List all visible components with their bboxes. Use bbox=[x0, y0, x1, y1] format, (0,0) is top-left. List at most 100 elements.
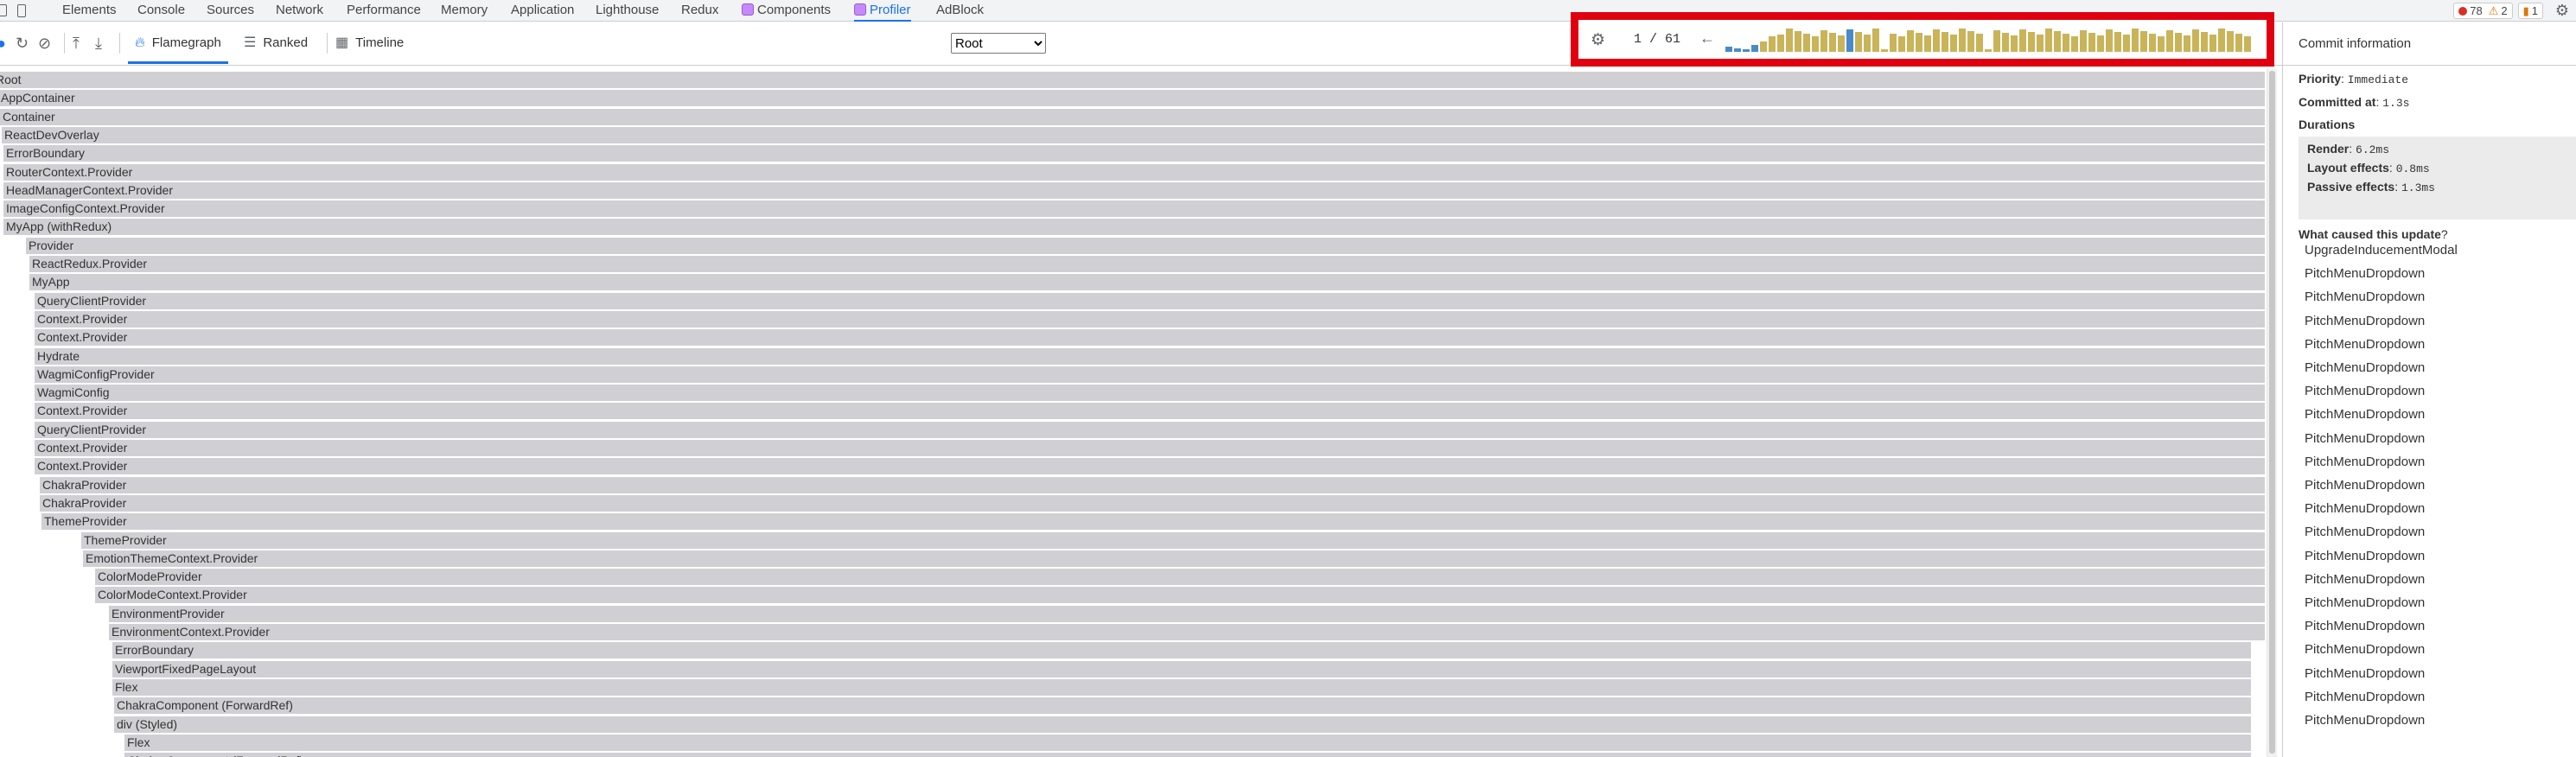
commit-bar[interactable] bbox=[2019, 29, 2026, 52]
flamegraph-node[interactable]: ChakraComponent (ForwardRef) bbox=[124, 753, 2251, 757]
messages-badge[interactable]: ▮ 1 bbox=[2517, 3, 2543, 19]
update-cause-item[interactable]: PitchMenuDropdown bbox=[2305, 501, 2425, 516]
commit-bar[interactable] bbox=[2149, 34, 2156, 52]
clear-icon[interactable]: ⊘ bbox=[38, 35, 51, 53]
save-profile-icon[interactable]: ⤓ bbox=[95, 35, 102, 53]
commit-bar[interactable] bbox=[1942, 32, 1948, 52]
flamegraph-node[interactable]: AppContainer bbox=[0, 90, 2265, 107]
tab-network[interactable]: Network bbox=[276, 0, 323, 22]
update-cause-item[interactable]: PitchMenuDropdown bbox=[2305, 713, 2425, 728]
commit-bar[interactable] bbox=[2002, 33, 2009, 52]
commit-bar[interactable] bbox=[1812, 36, 1819, 52]
update-cause-item[interactable]: PitchMenuDropdown bbox=[2305, 266, 2425, 281]
tab-ranked[interactable]: ☰ Ranked bbox=[237, 22, 315, 64]
commit-bar[interactable] bbox=[2184, 35, 2190, 52]
commit-bar[interactable] bbox=[1881, 49, 1888, 52]
commit-bar[interactable] bbox=[2114, 32, 2121, 52]
root-selector[interactable]: Root bbox=[951, 33, 1046, 54]
tab-timeline[interactable]: ▦ Timeline bbox=[328, 22, 411, 64]
commit-bar[interactable] bbox=[1959, 29, 1966, 52]
commit-bar[interactable] bbox=[1967, 31, 1974, 52]
commit-bar[interactable] bbox=[1751, 45, 1758, 52]
flamegraph-node[interactable]: Context.Provider bbox=[35, 310, 2265, 328]
flamegraph-node[interactable]: ColorModeContext.Provider bbox=[95, 587, 2265, 604]
tab-elements[interactable]: Elements bbox=[62, 0, 117, 22]
tab-console[interactable]: Console bbox=[137, 0, 185, 22]
commit-bar[interactable] bbox=[1898, 36, 1905, 52]
commit-bar[interactable] bbox=[1985, 49, 1992, 52]
flamegraph-node[interactable]: ThemeProvider bbox=[81, 531, 2265, 549]
commit-bar[interactable] bbox=[1846, 29, 1853, 52]
commit-bar[interactable] bbox=[1795, 31, 1801, 52]
commit-bar[interactable] bbox=[2037, 35, 2044, 52]
update-cause-item[interactable]: PitchMenuDropdown bbox=[2305, 455, 2425, 469]
commit-bar[interactable] bbox=[2201, 32, 2208, 52]
update-cause-item[interactable]: PitchMenuDropdown bbox=[2305, 666, 2425, 681]
flamegraph-node[interactable]: Provider bbox=[26, 237, 2265, 254]
commit-bar[interactable] bbox=[1743, 49, 1750, 52]
flamegraph-node[interactable]: EmotionThemeContext.Provider bbox=[83, 550, 2265, 567]
commit-bar[interactable] bbox=[1855, 32, 1862, 52]
flamegraph-node[interactable]: Context.Provider bbox=[35, 403, 2265, 420]
commit-bar[interactable] bbox=[2028, 32, 2035, 52]
commit-bar[interactable] bbox=[1803, 34, 1810, 52]
flamegraph-node[interactable]: WagmiConfigProvider bbox=[35, 366, 2265, 383]
flamegraph-node[interactable]: EnvironmentContext.Provider bbox=[109, 624, 2265, 640]
commit-bar[interactable] bbox=[1734, 48, 1741, 52]
update-cause-item[interactable]: PitchMenuDropdown bbox=[2305, 289, 2425, 304]
commit-bar[interactable] bbox=[2123, 35, 2130, 52]
commit-bar[interactable] bbox=[1777, 35, 1784, 52]
record-icon[interactable]: ● bbox=[0, 35, 6, 53]
update-cause-item[interactable]: PitchMenuDropdown bbox=[2305, 619, 2425, 633]
commit-bar[interactable] bbox=[2218, 29, 2225, 52]
commit-bar[interactable] bbox=[2106, 29, 2113, 52]
flamegraph-node[interactable]: ChakraProvider bbox=[40, 494, 2265, 512]
flamegraph-node[interactable]: ReactDevOverlay bbox=[2, 126, 2265, 143]
load-profile-icon[interactable]: ⤒ bbox=[73, 35, 80, 53]
commit-bar[interactable] bbox=[2192, 29, 2199, 52]
commit-bar[interactable] bbox=[1933, 29, 1940, 52]
flamegraph-node[interactable]: MyApp bbox=[29, 274, 2265, 291]
flamegraph-node[interactable]: Context.Provider bbox=[35, 440, 2265, 456]
commit-bar[interactable] bbox=[1769, 36, 1776, 52]
reload-and-profile-icon[interactable]: ↻ bbox=[16, 35, 29, 53]
flamegraph-node[interactable]: Context.Provider bbox=[35, 329, 2265, 347]
update-cause-item[interactable]: PitchMenuDropdown bbox=[2305, 314, 2425, 328]
commit-bar[interactable] bbox=[2080, 30, 2087, 52]
commit-bar[interactable] bbox=[2140, 31, 2147, 52]
flamegraph-node[interactable]: Flex bbox=[124, 734, 2251, 751]
update-cause-item[interactable]: PitchMenuDropdown bbox=[2305, 407, 2425, 422]
commit-bar[interactable] bbox=[1725, 47, 1732, 52]
commit-bar[interactable] bbox=[2132, 29, 2139, 52]
commit-bar[interactable] bbox=[2071, 36, 2078, 52]
update-cause-item[interactable]: PitchMenuDropdown bbox=[2305, 572, 2425, 587]
flamegraph-node[interactable]: MyApp (withRedux) bbox=[3, 219, 2265, 236]
commit-bar[interactable] bbox=[2227, 31, 2234, 52]
tab-redux[interactable]: Redux bbox=[681, 0, 718, 22]
settings-gear-icon[interactable]: ⚙ bbox=[2555, 2, 2569, 20]
flamegraph-node[interactable]: ErrorBoundary bbox=[112, 642, 2251, 659]
update-cause-item[interactable]: PitchMenuDropdown bbox=[2305, 549, 2425, 563]
commit-bar[interactable] bbox=[1890, 34, 1897, 52]
flamegraph-node[interactable]: HeadManagerContext.Provider bbox=[3, 181, 2265, 199]
tab-memory[interactable]: Memory bbox=[441, 0, 488, 22]
commit-bar[interactable] bbox=[1993, 30, 2000, 52]
update-cause-item[interactable]: PitchMenuDropdown bbox=[2305, 595, 2425, 610]
flamegraph-node[interactable]: QueryClientProvider bbox=[35, 421, 2265, 438]
commit-bar[interactable] bbox=[2175, 33, 2182, 52]
commit-bar[interactable] bbox=[2054, 31, 2061, 52]
inspect-element-icon[interactable] bbox=[0, 4, 7, 16]
flamegraph-node[interactable]: Container bbox=[0, 108, 2265, 125]
commit-bar[interactable] bbox=[2158, 36, 2165, 52]
console-status[interactable]: 78 ⚠ 2 ▮ 1 bbox=[2453, 3, 2543, 19]
update-cause-item[interactable]: PitchMenuDropdown bbox=[2305, 525, 2425, 539]
flamegraph-node[interactable]: ChakraComponent (ForwardRef) bbox=[114, 697, 2251, 715]
commit-bar[interactable] bbox=[2244, 36, 2251, 52]
tab-flamegraph[interactable]: 🔥︎ Flamegraph bbox=[128, 22, 228, 64]
commit-bar[interactable] bbox=[1760, 41, 1767, 52]
update-cause-item[interactable]: PitchMenuDropdown bbox=[2305, 431, 2425, 446]
device-toolbar-icon[interactable] bbox=[17, 4, 26, 17]
commit-bar[interactable] bbox=[1829, 33, 1836, 52]
flamegraph-node[interactable]: ReactRedux.Provider bbox=[29, 256, 2265, 272]
tab-performance[interactable]: Performance bbox=[347, 0, 421, 22]
